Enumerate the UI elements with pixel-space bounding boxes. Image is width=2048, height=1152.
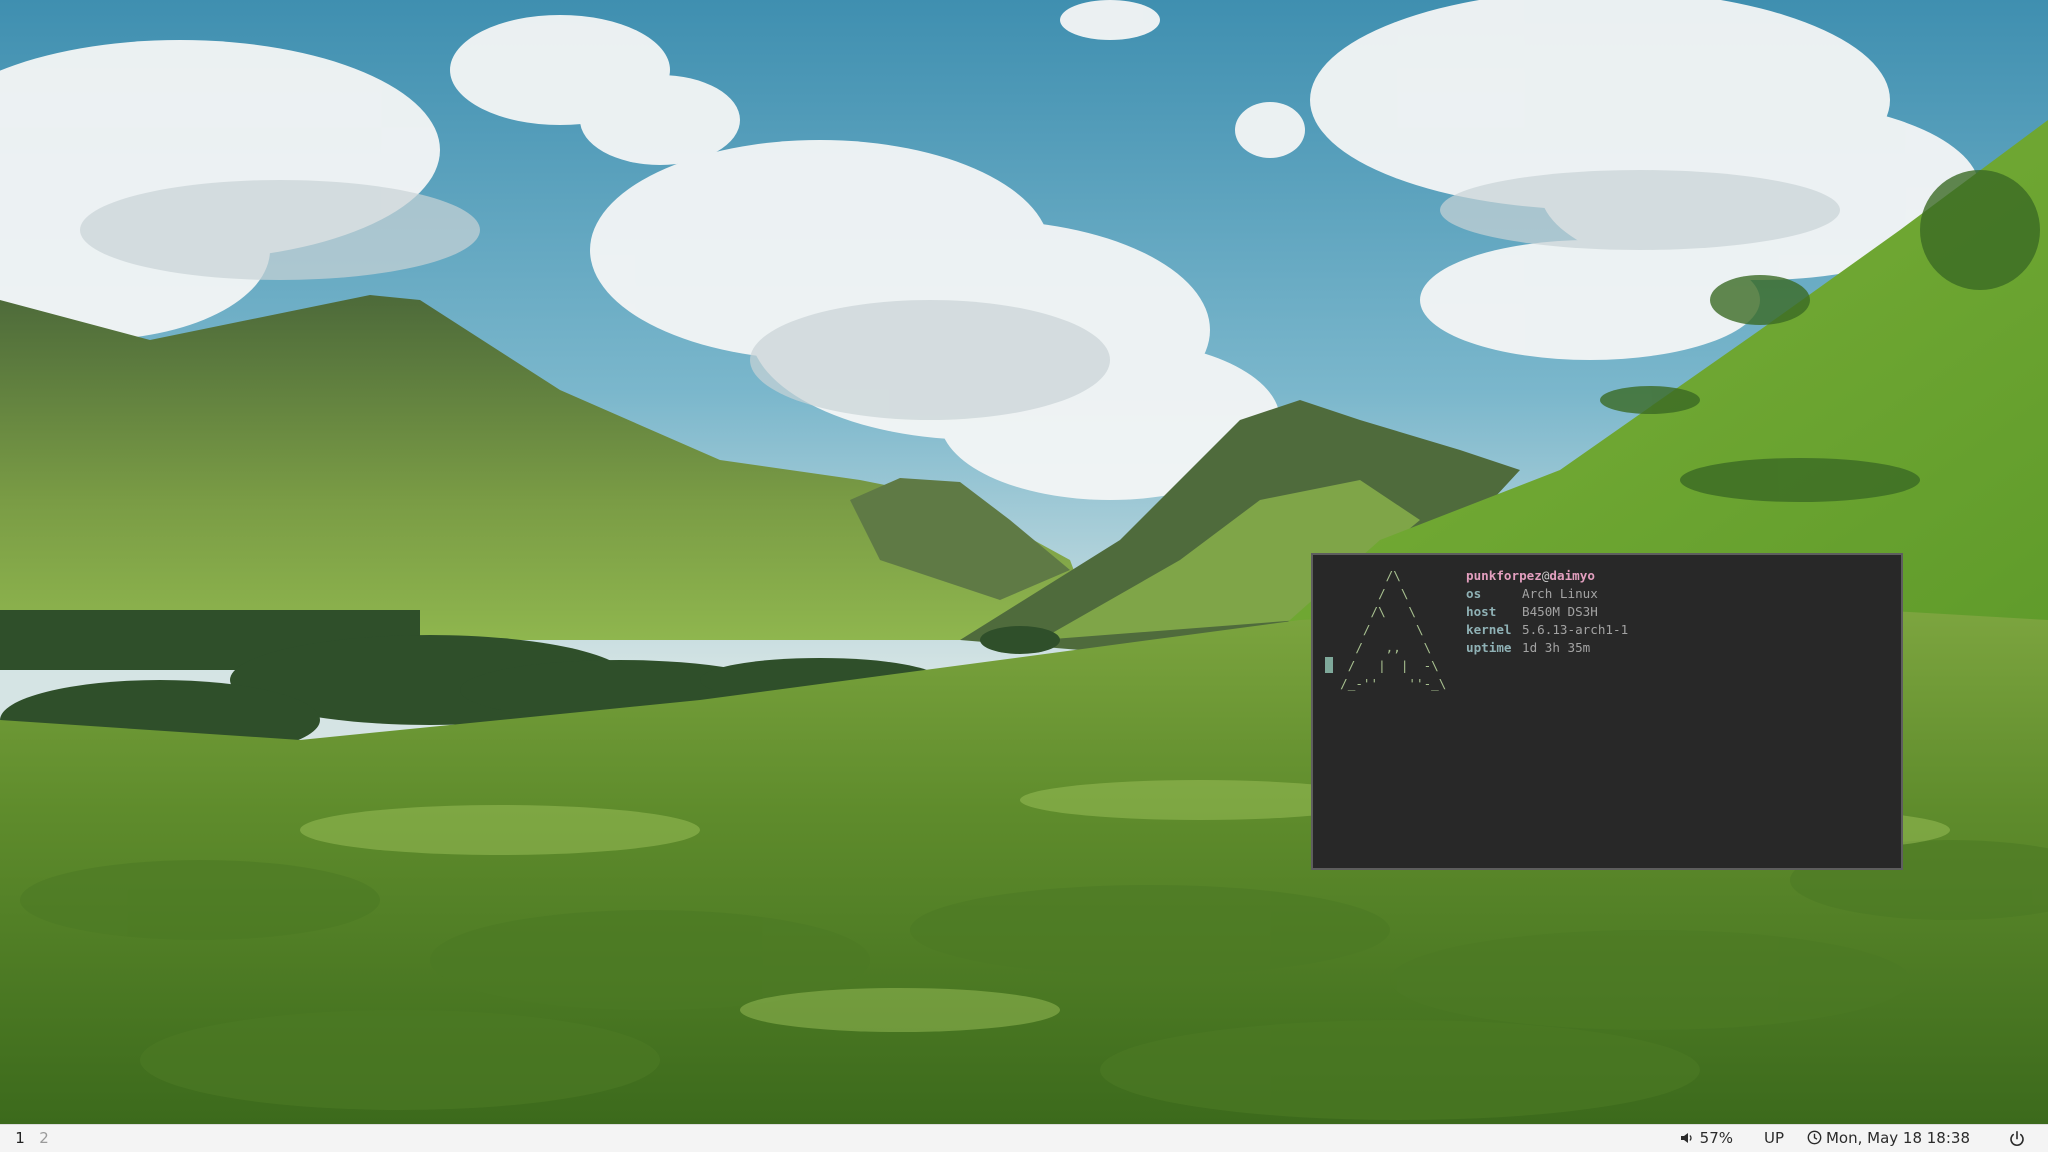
arch-ascii-logo: /\ / \ /\ \ / \ / ,, \ / | | -\ /_-'' ''… bbox=[1340, 568, 1447, 691]
info-value: 1d 3h 35m bbox=[1522, 640, 1591, 655]
workspace-2-button[interactable]: 2 bbox=[34, 1129, 54, 1147]
clock[interactable]: Mon, May 18 18:38 bbox=[1807, 1129, 1970, 1147]
system-info: punkforpez@daimyo os Arch Linux host B450M… bbox=[1466, 567, 1628, 657]
info-key: kernel bbox=[1466, 622, 1512, 637]
power-icon[interactable] bbox=[2008, 1130, 2026, 1148]
info-row-host: host B450M DS3H bbox=[1466, 603, 1628, 621]
info-value: Arch Linux bbox=[1522, 586, 1598, 601]
volume-indicator[interactable]: 57% bbox=[1680, 1129, 1733, 1147]
terminal-cursor bbox=[1325, 657, 1333, 673]
speaker-icon bbox=[1680, 1133, 1692, 1143]
info-key: uptime bbox=[1466, 640, 1512, 655]
status-bar: 1 2 57% UP Mon, May 18 18:38 bbox=[0, 1124, 2048, 1152]
workspace-1-button[interactable]: 1 bbox=[10, 1129, 30, 1147]
info-key: os bbox=[1466, 586, 1482, 601]
info-value: B450M DS3H bbox=[1522, 604, 1598, 619]
info-row-uptime: uptime 1d 3h 35m bbox=[1466, 639, 1628, 657]
desktop[interactable]: /\ / \ /\ \ / \ / ,, \ / | | -\ /_-'' ''… bbox=[0, 0, 2048, 1124]
user-host-line: punkforpez@daimyo bbox=[1466, 567, 1628, 585]
volume-level: 57% bbox=[1699, 1129, 1733, 1147]
terminal-window[interactable]: /\ / \ /\ \ / \ / ,, \ / | | -\ /_-'' ''… bbox=[1311, 553, 1903, 870]
info-row-kernel: kernel 5.6.13-arch1-1 bbox=[1466, 621, 1628, 639]
datetime-text: Mon, May 18 18:38 bbox=[1825, 1129, 1970, 1147]
info-row-os: os Arch Linux bbox=[1466, 585, 1628, 603]
info-value: 5.6.13-arch1-1 bbox=[1522, 622, 1629, 637]
network-status[interactable]: UP bbox=[1764, 1129, 1784, 1147]
hostname: daimyo bbox=[1549, 568, 1595, 583]
username: punkforpez bbox=[1466, 568, 1542, 583]
info-key: host bbox=[1466, 604, 1497, 619]
clock-icon bbox=[1807, 1130, 1822, 1145]
